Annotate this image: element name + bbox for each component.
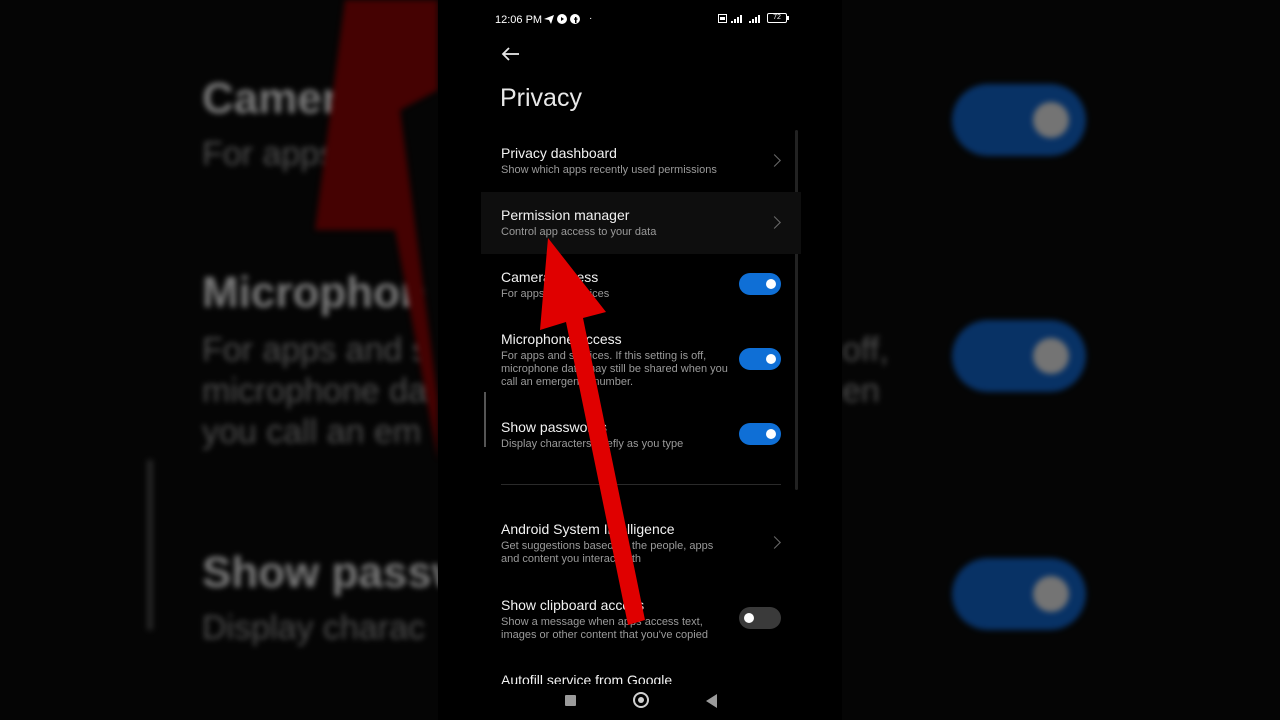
telegram-icon (544, 14, 554, 24)
setting-title: Android System Intelligence (501, 521, 675, 537)
setting-title: Privacy dashboard (501, 145, 617, 161)
setting-subtitle: Get suggestions based on the people, app… (501, 540, 714, 565)
setting-subtitle: Show a message when apps access text, im… (501, 616, 708, 641)
youtube-icon (557, 13, 567, 24)
setting-title: Camera access (501, 269, 599, 285)
signal-icon (749, 14, 760, 23)
navigation-bar (438, 686, 842, 716)
camera-access-toggle[interactable] (739, 273, 781, 295)
setting-autofill-service[interactable]: Autofill service from Google (481, 658, 801, 684)
setting-privacy-dashboard[interactable]: Privacy dashboard Show which apps recent… (481, 132, 801, 192)
setting-permission-manager[interactable]: Permission manager Control app access to… (481, 192, 801, 254)
microphone-access-toggle[interactable] (739, 348, 781, 370)
chevron-right-icon (768, 536, 781, 549)
setting-subtitle: Show which apps recently used permission… (501, 164, 717, 176)
status-dot: · (589, 13, 593, 24)
setting-subtitle: Control app access to your data (501, 226, 657, 238)
status-bar: 12:06 PM · 72 (495, 10, 789, 30)
setting-title: Autofill service from Google (501, 672, 673, 684)
setting-show-clipboard-access[interactable]: Show clipboard access Show a message whe… (481, 582, 801, 654)
back-arrow-icon[interactable] (500, 43, 522, 65)
recents-button[interactable] (565, 695, 576, 706)
setting-camera-access[interactable]: Camera access For apps and services (481, 254, 801, 316)
phone-screen: 12:06 PM · 72 Privacy Privacy dashboard … (438, 0, 842, 720)
status-time: 12:06 PM (495, 14, 543, 26)
show-passwords-toggle[interactable] (739, 423, 781, 445)
battery-icon: 72 (767, 13, 789, 23)
chevron-right-icon (768, 216, 781, 229)
setting-title: Show passwords (501, 419, 607, 435)
back-button[interactable] (706, 694, 717, 708)
show-clipboard-access-toggle[interactable] (739, 607, 781, 629)
chevron-right-icon (768, 154, 781, 167)
home-button[interactable] (633, 692, 649, 708)
setting-android-system-intelligence[interactable]: Android System Intelligence Get suggesti… (481, 506, 801, 578)
setting-title: Show clipboard access (501, 597, 645, 613)
setting-subtitle: For apps and services. If this setting i… (501, 350, 728, 388)
setting-title: Permission manager (501, 207, 630, 223)
setting-show-passwords[interactable]: Show passwords Display characters briefl… (481, 406, 801, 468)
sim-icon (718, 13, 727, 23)
setting-microphone-access[interactable]: Microphone access For apps and services.… (481, 316, 801, 406)
page-title: Privacy (500, 84, 582, 112)
section-divider (501, 484, 781, 485)
setting-subtitle: For apps and services (501, 288, 610, 300)
setting-title: Microphone access (501, 331, 622, 347)
setting-subtitle: Display characters briefly as you type (501, 438, 684, 450)
facebook-icon (570, 13, 580, 24)
signal-icon (731, 14, 742, 23)
